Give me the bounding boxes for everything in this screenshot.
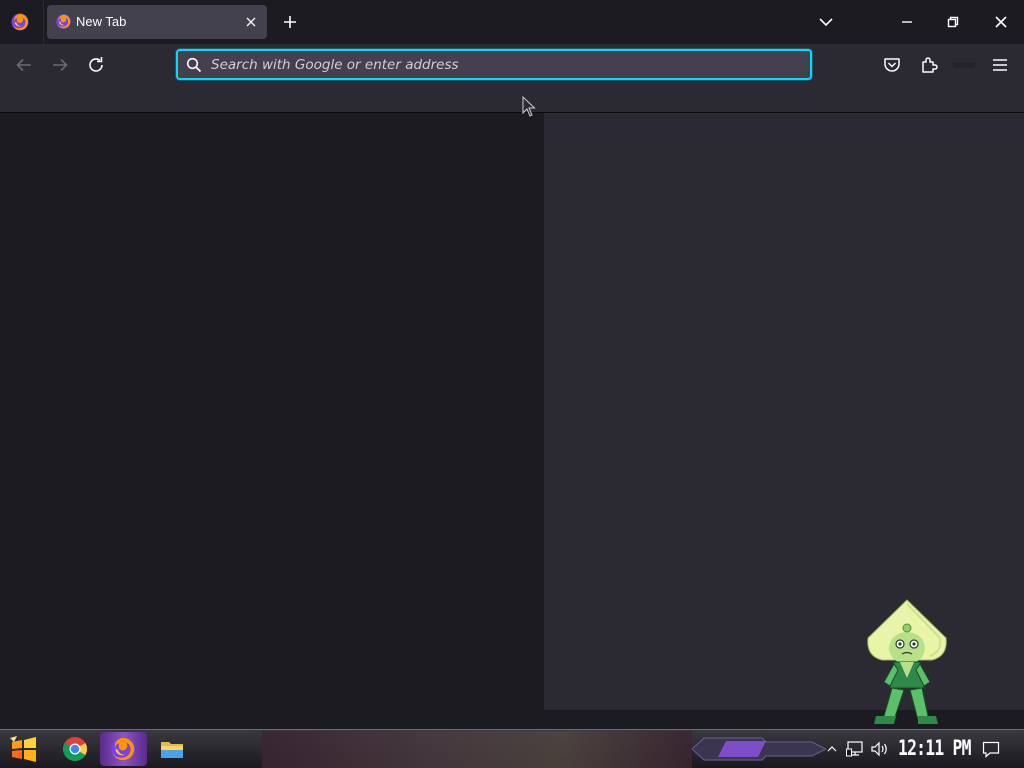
restore-icon <box>947 16 959 28</box>
close-icon <box>995 16 1007 28</box>
volume-icon[interactable] <box>870 741 890 757</box>
menu-icon[interactable] <box>989 54 1011 76</box>
search-icon <box>186 57 202 73</box>
taskbar-decoration <box>692 737 826 761</box>
mouse-cursor-icon <box>522 96 536 117</box>
taskbar: 12:11 PM <box>0 729 1024 768</box>
url-bar[interactable]: Search with Google or enter address <box>176 49 812 80</box>
tab-strip: New Tab <box>0 0 1024 44</box>
taskbar-clock[interactable]: 12:11 PM <box>898 736 971 762</box>
firefox-icon <box>56 14 71 29</box>
firefox-icon[interactable] <box>109 735 137 763</box>
content-pane <box>544 113 1024 710</box>
firefox-view-icon[interactable] <box>10 12 30 32</box>
network-icon[interactable] <box>846 741 864 757</box>
extensions-icon[interactable] <box>918 54 940 76</box>
chrome-icon[interactable] <box>61 735 89 763</box>
restore-button[interactable] <box>930 0 976 44</box>
toolbar-spacer <box>953 62 975 68</box>
reload-icon[interactable] <box>85 54 107 76</box>
back-icon[interactable] <box>13 54 35 76</box>
pocket-icon[interactable] <box>881 54 903 76</box>
minimize-icon <box>902 21 912 23</box>
window-controls <box>884 0 1024 44</box>
show-hidden-icons-chevron-icon[interactable] <box>826 744 838 754</box>
navigation-toolbar: Search with Google or enter address <box>0 44 1024 86</box>
peridot-desktop-pet-icon <box>867 599 947 724</box>
new-tab-button[interactable] <box>280 12 300 32</box>
tab-title: New Tab <box>76 14 127 29</box>
minimize-button[interactable] <box>884 0 930 44</box>
file-explorer-icon[interactable] <box>158 735 186 763</box>
bookmarks-toolbar <box>0 86 1024 113</box>
notifications-icon[interactable] <box>982 741 1000 758</box>
start-icon[interactable] <box>8 734 40 764</box>
taskbar-preview-strip <box>262 731 692 768</box>
url-placeholder: Search with Google or enter address <box>211 57 459 73</box>
close-window-button[interactable] <box>978 0 1024 44</box>
close-tab-icon[interactable] <box>243 14 259 30</box>
list-all-tabs-chevron-icon[interactable] <box>816 12 836 32</box>
tab-separator <box>43 0 44 44</box>
tab-new-tab[interactable]: New Tab <box>47 5 267 39</box>
forward-icon[interactable] <box>49 54 71 76</box>
